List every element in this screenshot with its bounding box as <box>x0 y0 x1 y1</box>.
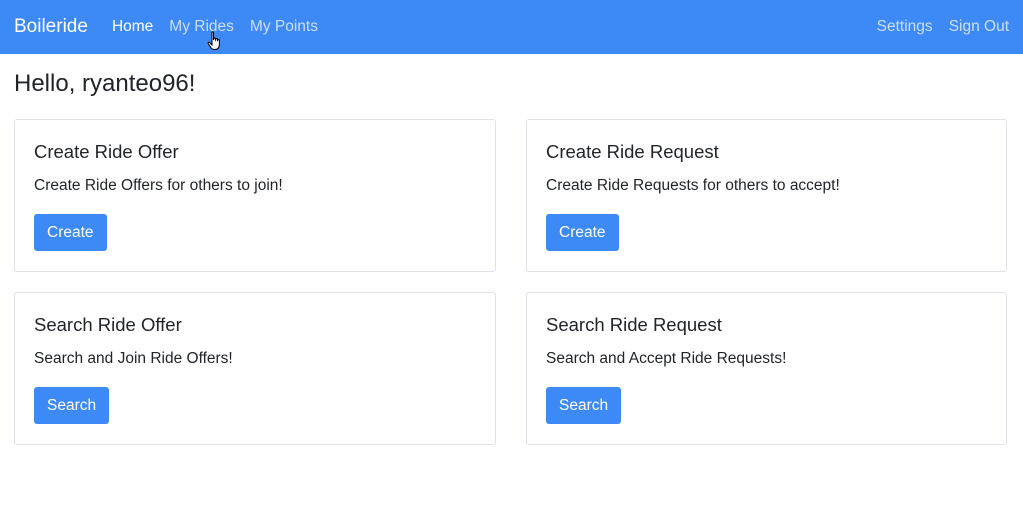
search-request-button[interactable]: Search <box>546 387 622 424</box>
card-text: Search and Join Ride Offers! <box>34 350 233 367</box>
create-offer-button[interactable]: Create <box>34 214 107 251</box>
search-offer-button[interactable]: Search <box>34 387 110 424</box>
nav-home[interactable]: Home <box>112 18 153 36</box>
nav-right-group: Settings Sign Out <box>861 18 1009 36</box>
card-text: Create Ride Offers for others to join! <box>34 177 283 194</box>
card-title: Search Ride Request <box>546 314 722 335</box>
create-ride-request-card: Create Ride Request Create Ride Requests… <box>526 119 1007 272</box>
hand-cursor-icon <box>207 31 220 50</box>
nav-settings[interactable]: Settings <box>877 18 933 36</box>
search-ride-offer-card: Search Ride Offer Search and Join Ride O… <box>14 292 496 445</box>
greeting-heading: Hello, ryanteo96! <box>14 70 196 97</box>
card-title: Create Ride Offer <box>34 141 179 162</box>
create-request-button[interactable]: Create <box>546 214 619 251</box>
nav-sign-out[interactable]: Sign Out <box>949 18 1009 36</box>
navbar: Boileride Home My Rides My Points Settin… <box>0 0 1023 54</box>
card-title: Search Ride Offer <box>34 314 182 335</box>
nav-my-points[interactable]: My Points <box>250 18 318 36</box>
create-ride-offer-card: Create Ride Offer Create Ride Offers for… <box>14 119 496 272</box>
search-ride-request-card: Search Ride Request Search and Accept Ri… <box>526 292 1007 445</box>
nav-my-rides[interactable]: My Rides <box>169 18 234 36</box>
card-text: Search and Accept Ride Requests! <box>546 350 787 367</box>
brand-link[interactable]: Boileride <box>14 16 88 38</box>
card-text: Create Ride Requests for others to accep… <box>546 177 840 194</box>
card-title: Create Ride Request <box>546 141 719 162</box>
